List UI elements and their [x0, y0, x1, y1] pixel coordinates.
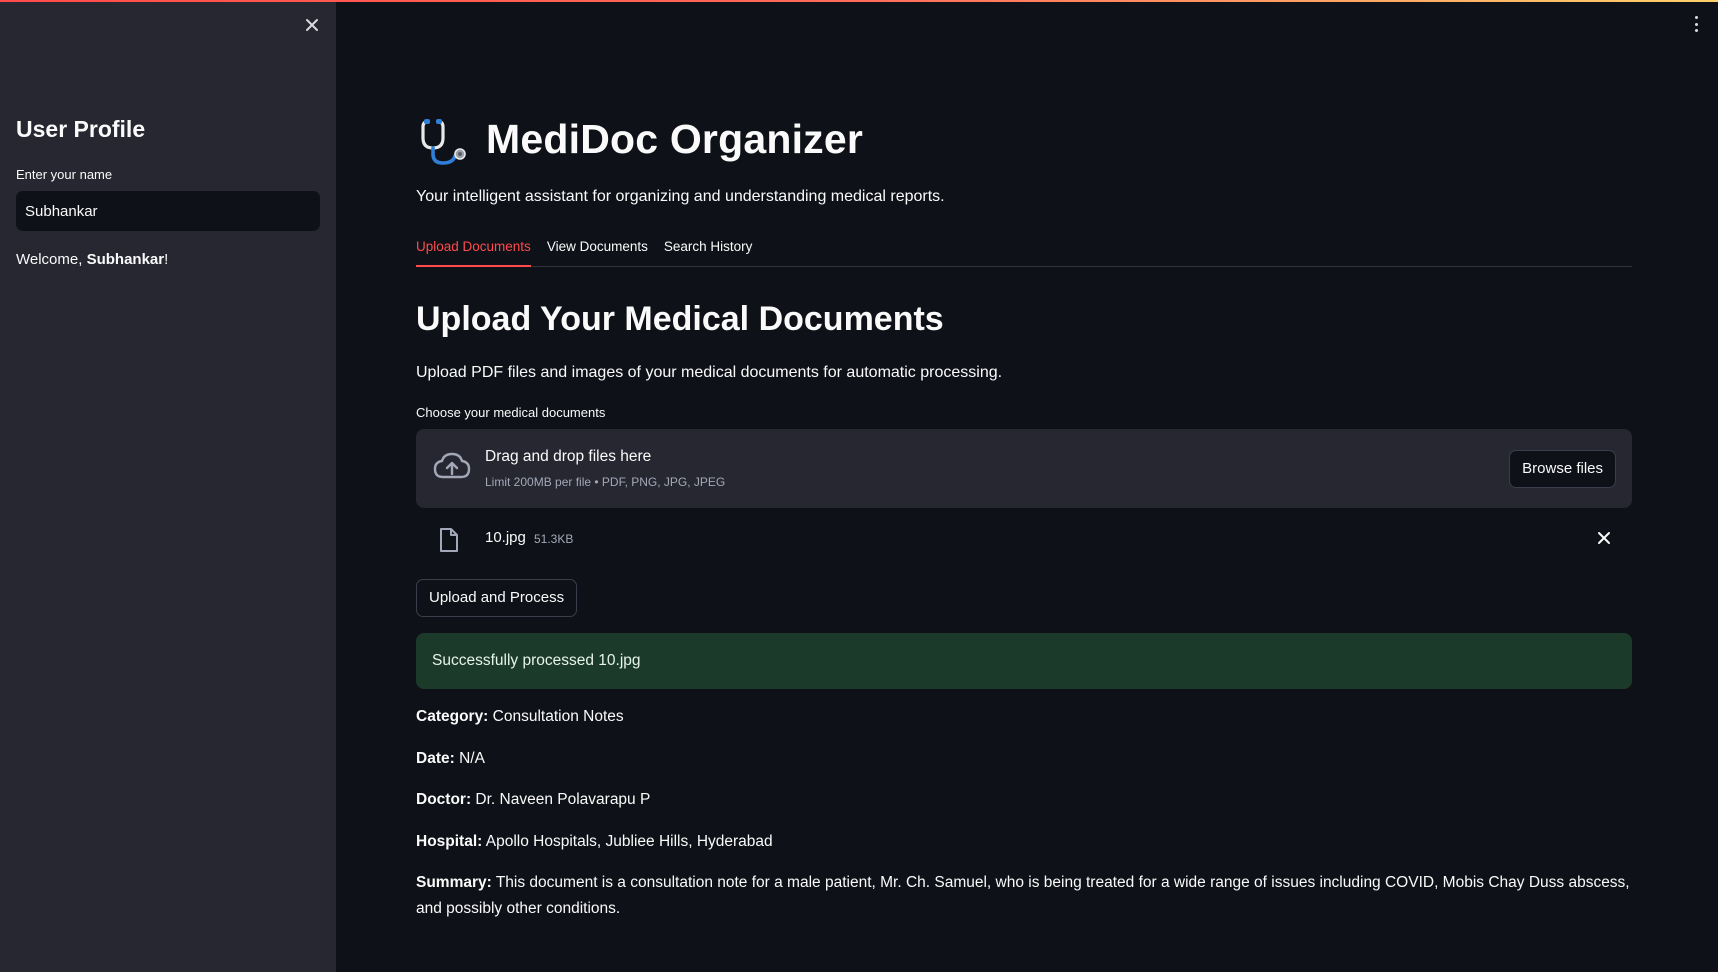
top-decoration-bar [0, 0, 1718, 2]
upload-and-process-button[interactable]: Upload and Process [416, 579, 578, 617]
section-title: Upload Your Medical Documents [416, 300, 944, 338]
hospital-value: Apollo Hospitals, Jubliee Hills, Hyderab… [482, 833, 773, 850]
close-icon [1598, 532, 1610, 544]
uploaded-file-row: 10.jpg 51.3KB [416, 520, 1632, 556]
file-name: 10.jpg [485, 529, 526, 546]
summary-value: This document is a consultation note for… [416, 874, 1630, 917]
welcome-message: Welcome, Subhankar! [16, 251, 168, 268]
sidebar: User Profile Enter your name Welcome, Su… [0, 0, 336, 972]
result-category: Category: Consultation Notes [416, 704, 624, 730]
name-field-label: Enter your name [16, 167, 113, 182]
date-value: N/A [454, 750, 485, 767]
tab-bar: Upload Documents View Documents Search H… [416, 237, 1632, 267]
hospital-label: Hospital: [416, 833, 483, 850]
name-input[interactable] [16, 191, 320, 231]
file-dropzone[interactable]: Drag and drop files here Limit 200MB per… [416, 429, 1632, 508]
dropzone-limit-text: Limit 200MB per file • PDF, PNG, JPG, JP… [485, 475, 726, 489]
tab-search-history[interactable]: Search History [664, 237, 753, 267]
file-icon [440, 528, 458, 552]
uploader-label: Choose your medical documents [416, 405, 606, 420]
dropzone-title: Drag and drop files here [485, 448, 652, 465]
success-alert: Successfully processed 10.jpg [416, 633, 1632, 689]
tab-view-documents[interactable]: View Documents [547, 237, 648, 267]
app-title: MediDoc Organizer [486, 116, 864, 162]
menu-dot-icon [1694, 22, 1698, 26]
main-menu-button[interactable] [1688, 14, 1704, 34]
close-sidebar-button[interactable] [301, 14, 323, 36]
category-label: Category: [416, 708, 489, 725]
menu-dot-icon [1694, 29, 1698, 32]
summary-label: Summary: [416, 874, 492, 891]
welcome-suffix: ! [164, 251, 169, 268]
welcome-prefix: Welcome, [16, 251, 87, 268]
menu-dot-icon [1694, 16, 1698, 19]
remove-file-button[interactable] [1592, 526, 1616, 550]
result-summary: Summary: This document is a consultation… [416, 870, 1632, 922]
section-description: Upload PDF files and images of your medi… [416, 364, 1003, 381]
category-value: Consultation Notes [488, 708, 624, 725]
browse-files-button[interactable]: Browse files [1509, 450, 1616, 488]
stethoscope-icon [421, 119, 466, 165]
result-hospital: Hospital: Apollo Hospitals, Jubliee Hill… [416, 829, 773, 855]
doctor-value: Dr. Naveen Polavarapu P [471, 791, 651, 808]
doctor-label: Doctor: [416, 791, 472, 808]
date-label: Date: [416, 750, 455, 767]
app-tagline: Your intelligent assistant for organizin… [416, 188, 945, 205]
sidebar-title: User Profile [16, 116, 146, 142]
tab-upload-documents[interactable]: Upload Documents [416, 237, 531, 267]
welcome-name: Subhankar [86, 251, 165, 268]
close-icon [306, 19, 318, 31]
result-doctor: Doctor: Dr. Naveen Polavarapu P [416, 787, 650, 813]
result-date: Date: N/A [416, 746, 485, 772]
cloud-upload-icon [433, 452, 471, 479]
file-size: 51.3KB [534, 532, 574, 546]
